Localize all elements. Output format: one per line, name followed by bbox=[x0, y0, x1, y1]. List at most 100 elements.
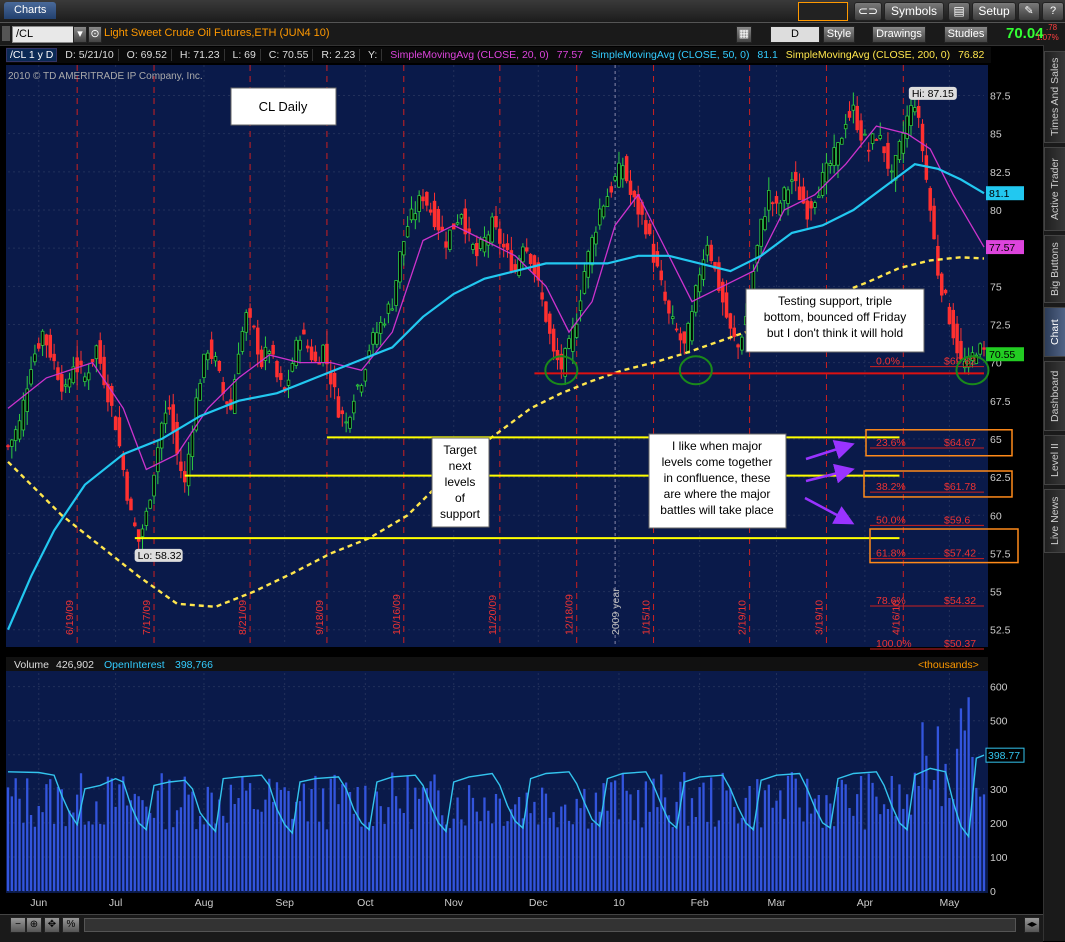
link-chain-icon[interactable]: ⊙ bbox=[88, 26, 102, 43]
link-box[interactable] bbox=[798, 2, 848, 21]
expiry-label: 10/16/09 bbox=[391, 594, 403, 635]
candle-body bbox=[475, 243, 479, 257]
fib-price: $64.67 bbox=[944, 437, 976, 449]
candle-body bbox=[167, 407, 172, 410]
candle-body bbox=[125, 471, 129, 501]
candle-body bbox=[659, 270, 663, 281]
side-tab-live-news[interactable]: Live News bbox=[1044, 489, 1065, 553]
candle-body bbox=[344, 421, 348, 424]
symbol-description: Light Sweet Crude Oil Futures,ETH (JUN4 … bbox=[104, 27, 330, 39]
style-button[interactable]: Style bbox=[823, 26, 855, 43]
side-tab-big-buttons[interactable]: Big Buttons bbox=[1044, 235, 1065, 303]
candle-body bbox=[244, 312, 248, 333]
candle-body bbox=[820, 171, 825, 196]
link-icon[interactable]: ⊂⊃ bbox=[854, 2, 882, 21]
candle-body bbox=[325, 343, 329, 365]
setup-button[interactable]: Setup bbox=[972, 2, 1016, 21]
drawing-tool-icon[interactable]: ▦ bbox=[736, 26, 752, 43]
candle-body bbox=[209, 339, 214, 359]
month-label: Jul bbox=[109, 897, 122, 909]
candle-body bbox=[598, 208, 602, 226]
drawings-button[interactable]: Drawings bbox=[872, 26, 926, 43]
candle-body bbox=[905, 115, 909, 139]
candle-body bbox=[329, 371, 333, 385]
fib-percent: 0.0% bbox=[876, 356, 900, 368]
horizontal-scrollbar[interactable] bbox=[84, 918, 1016, 932]
candle-body bbox=[179, 461, 183, 471]
price-tick-label: 55 bbox=[990, 587, 1002, 599]
open-interest-value: 398,766 bbox=[175, 659, 213, 671]
candle-body bbox=[436, 209, 441, 231]
candle-body bbox=[778, 202, 783, 216]
side-tab-chart[interactable]: Chart bbox=[1044, 307, 1065, 357]
zoom-out-icon[interactable]: − bbox=[10, 917, 26, 933]
candle-body bbox=[521, 246, 525, 263]
price-tick-label: 72.5 bbox=[990, 319, 1011, 331]
sma20-label[interactable]: SimpleMovingAvg (CLOSE, 20, 0) bbox=[390, 49, 549, 61]
tab-charts[interactable]: Charts bbox=[4, 2, 57, 19]
candle-body bbox=[94, 345, 99, 360]
candle-body bbox=[866, 149, 871, 152]
price-tick-label: 52.5 bbox=[990, 625, 1011, 637]
annotation-line: Testing support, triple bbox=[778, 294, 892, 308]
side-tab-times-and-sales[interactable]: Times And Sales bbox=[1044, 51, 1065, 143]
candle-body bbox=[198, 382, 202, 401]
symbol-input[interactable]: /CL bbox=[12, 26, 75, 43]
crosshair-icon[interactable]: ✥ bbox=[44, 917, 60, 933]
bar-date: D: 5/21/10 bbox=[65, 49, 119, 61]
candle-body bbox=[6, 445, 10, 448]
pin-icon[interactable]: ✎ bbox=[1018, 2, 1040, 21]
side-tab-dashboard[interactable]: Dashboard bbox=[1044, 361, 1065, 431]
symbol-period[interactable]: /CL 1 y D bbox=[6, 48, 58, 62]
candle-body bbox=[590, 237, 594, 266]
candle-body bbox=[870, 133, 875, 144]
candle-body bbox=[13, 429, 18, 441]
candle-body bbox=[805, 200, 809, 220]
candle-body bbox=[859, 120, 863, 141]
chart-area[interactable]: 6/19/09 7/17/09 8/21/09 9/18/09 10/16/09 11/2… bbox=[0, 63, 1043, 914]
grid-icon[interactable] bbox=[2, 26, 10, 41]
candle-body bbox=[701, 259, 706, 280]
sma50-label[interactable]: SimpleMovingAvg (CLOSE, 50, 0) bbox=[591, 49, 750, 61]
candle-body bbox=[928, 188, 932, 211]
period-dropdown[interactable]: D bbox=[770, 26, 820, 43]
print-icon[interactable]: ▤ bbox=[948, 2, 970, 21]
candle-body bbox=[83, 376, 87, 382]
studies-button[interactable]: Studies bbox=[944, 26, 988, 43]
side-tab-level-ii[interactable]: Level II bbox=[1044, 435, 1065, 485]
zoom-in-icon[interactable]: ⊕ bbox=[26, 917, 42, 933]
sma200-label[interactable]: SimpleMovingAvg (CLOSE, 200, 0) bbox=[786, 49, 950, 61]
candle-body bbox=[313, 351, 318, 362]
help-icon[interactable]: ? bbox=[1042, 2, 1064, 21]
percent-icon[interactable]: % bbox=[62, 917, 80, 933]
candle-body bbox=[405, 226, 410, 238]
candle-body bbox=[359, 385, 364, 393]
scroll-right-icon[interactable]: ◂▸ bbox=[1024, 917, 1040, 933]
candle-body bbox=[916, 106, 921, 118]
candle-body bbox=[828, 163, 833, 166]
candle-body bbox=[913, 107, 917, 113]
candle-body bbox=[444, 241, 448, 248]
candle-body bbox=[882, 146, 886, 154]
side-tab-active-trader[interactable]: Active Trader bbox=[1044, 147, 1065, 231]
candle-body bbox=[163, 412, 168, 425]
expiry-label: 11/20/09 bbox=[487, 595, 499, 635]
candle-body bbox=[628, 180, 633, 195]
candle-body bbox=[448, 229, 452, 250]
symbols-button[interactable]: Symbols bbox=[884, 2, 944, 21]
annotation-line: levels bbox=[445, 475, 476, 489]
candle-body bbox=[340, 410, 345, 415]
symbol-dropdown-icon[interactable]: ▾ bbox=[73, 26, 87, 43]
candle-body bbox=[498, 228, 502, 244]
candle-body bbox=[920, 123, 925, 152]
candle-body bbox=[582, 271, 587, 294]
candle-body bbox=[121, 454, 126, 470]
candle-body bbox=[817, 195, 821, 199]
annotation-line: are where the major bbox=[664, 487, 771, 501]
candle-body bbox=[621, 165, 625, 180]
volume-label: Volume bbox=[14, 659, 49, 671]
candle-body bbox=[671, 316, 675, 320]
candle-body bbox=[736, 344, 740, 348]
candle-body bbox=[363, 369, 368, 382]
candle-body bbox=[843, 124, 848, 130]
